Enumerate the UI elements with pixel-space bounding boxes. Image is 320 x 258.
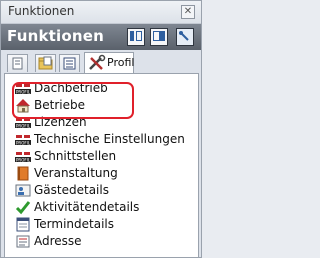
tab-folder[interactable]: [35, 54, 56, 72]
panel-titlebar: Funktionen ✕: [1, 1, 201, 24]
profil-badge-icon: PROFIL: [15, 152, 31, 163]
tab-strip: Profil: [1, 51, 201, 73]
list-icon: [63, 57, 76, 70]
list-item-termindetails[interactable]: Termindetails: [7, 216, 195, 233]
panel-title: Funktionen: [8, 4, 75, 18]
highlight-annotation: [12, 82, 134, 119]
book-icon: [17, 166, 29, 181]
folder-icon: [38, 56, 53, 70]
list-item-label: Termindetails: [34, 217, 115, 231]
pin-button[interactable]: [176, 28, 194, 46]
layout-left-button[interactable]: [127, 28, 145, 46]
header-title: Funktionen: [7, 27, 104, 45]
tools-icon: [89, 54, 106, 70]
tab-document[interactable]: [7, 54, 28, 72]
list-item-label: Gästedetails: [34, 183, 109, 197]
address-icon: [16, 235, 30, 248]
tab-profil-label: Profil: [107, 56, 135, 69]
layout-right-button[interactable]: [150, 28, 168, 46]
list-item-technische-einstellungen[interactable]: PROFIL Technische Einstellungen: [7, 131, 195, 148]
panel-header: Funktionen: [1, 24, 201, 50]
list-item-gaestedetails[interactable]: Gästedetails: [7, 182, 195, 199]
user-card-icon: [15, 184, 31, 197]
list-item-aktivitaetendetails[interactable]: Aktivitätendetails: [7, 199, 195, 216]
list-item-label: Schnittstellen: [34, 149, 117, 163]
tab-list[interactable]: [59, 54, 80, 72]
funktionen-panel: Funktionen ✕ Funktionen Profil PROFIL Da…: [0, 0, 202, 258]
list-item-adresse[interactable]: Adresse: [7, 233, 195, 250]
checkmark-icon: [15, 201, 31, 215]
list-item-label: Veranstaltung: [34, 166, 118, 180]
list-item-schnittstellen[interactable]: PROFIL Schnittstellen: [7, 148, 195, 165]
pin-icon: [179, 31, 189, 41]
calendar-icon: [16, 217, 30, 232]
tab-profil[interactable]: Profil: [84, 52, 134, 73]
svg-text:PROFIL: PROFIL: [16, 158, 31, 163]
document-icon: [12, 57, 23, 70]
svg-text:PROFIL: PROFIL: [16, 141, 31, 146]
list-item-label: Adresse: [34, 234, 82, 248]
list-item-veranstaltung[interactable]: Veranstaltung: [7, 165, 195, 182]
list-item-label: Aktivitätendetails: [34, 200, 140, 214]
profil-badge-icon: PROFIL: [15, 135, 31, 146]
close-icon[interactable]: ✕: [181, 5, 195, 19]
svg-text:PROFIL: PROFIL: [16, 124, 31, 129]
list-item-label: Technische Einstellungen: [34, 132, 185, 146]
